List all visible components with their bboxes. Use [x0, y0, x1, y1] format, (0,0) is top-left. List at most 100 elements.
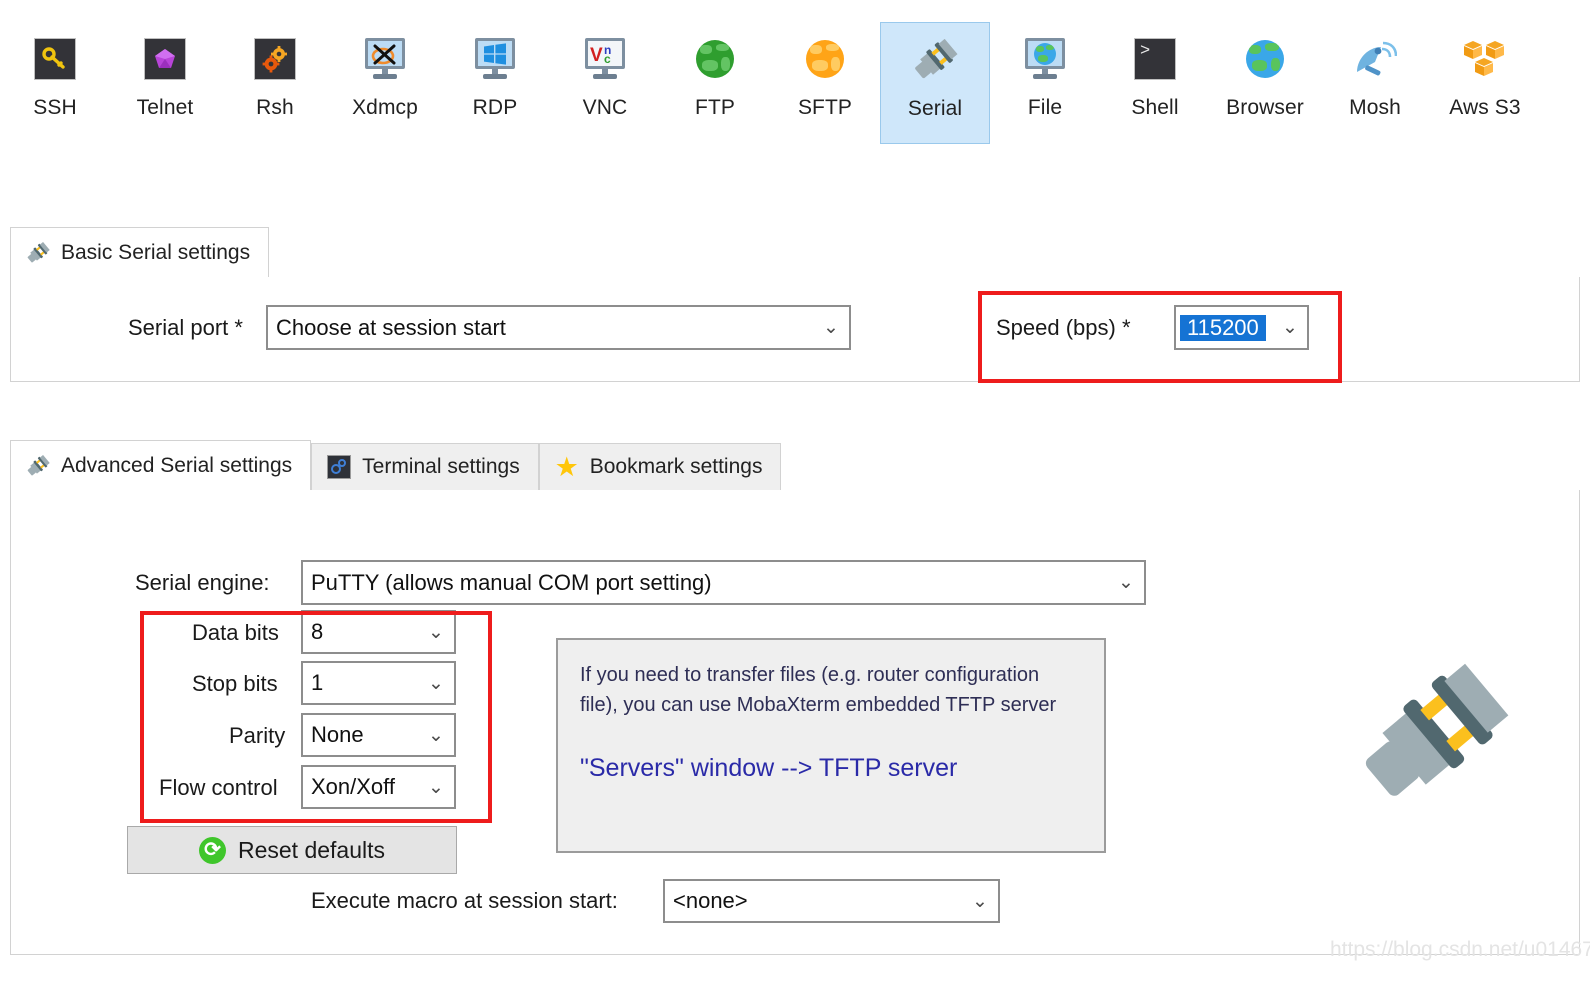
flow-control-select[interactable]: Xon/Xoff ⌄	[301, 765, 456, 809]
toolbar-label-serial: Serial	[907, 97, 963, 120]
chevron-down-icon: ⌄	[428, 621, 444, 643]
tftp-info-highlight: "Servers" window --> TFTP server	[580, 754, 958, 782]
mosh-satellite-icon	[1352, 36, 1398, 82]
parity-value: None	[311, 722, 364, 747]
tab-label-advanced-serial-settings: Advanced Serial settings	[61, 453, 293, 477]
stop-bits-value: 1	[311, 670, 324, 695]
toolbar-label-telnet: Telnet	[136, 96, 194, 119]
toolbar-item-telnet[interactable]: Telnet	[110, 22, 220, 144]
toolbar-item-mosh[interactable]: Mosh	[1320, 22, 1430, 144]
toolbar-label-aws-s3: Aws S3	[1449, 96, 1521, 119]
chevron-down-icon: ⌄	[1118, 572, 1134, 593]
data-bits-value: 8	[311, 619, 324, 644]
watermark-text: https://blog.csdn.net/u014679440	[1330, 938, 1590, 961]
toolbar-item-rsh[interactable]: Rsh	[220, 22, 330, 144]
tftp-info-box: If you need to transfer files (e.g. rout…	[556, 638, 1106, 853]
toolbar-label-file: File	[1027, 96, 1063, 119]
big-plug-decoration-icon	[1365, 663, 1509, 796]
serial-engine-value: PuTTY (allows manual COM port setting)	[311, 569, 712, 595]
toolbar-item-serial[interactable]: Serial	[880, 22, 990, 144]
tab-label-terminal-settings: Terminal settings	[362, 455, 520, 478]
toolbar-label-sftp: SFTP	[797, 96, 853, 119]
execute-macro-select[interactable]: <none> ⌄	[663, 879, 1000, 923]
toolbar-item-shell[interactable]: > Shell	[1100, 22, 1210, 144]
chevron-down-icon: ⌄	[428, 724, 444, 746]
rdp-windows-icon	[472, 36, 518, 82]
serial-plug-icon	[912, 37, 958, 83]
toolbar-item-vnc[interactable]: V n c VNC	[550, 22, 660, 144]
toolbar-label-rsh: Rsh	[256, 96, 294, 119]
serial-port-select[interactable]: Choose at session start ⌄	[266, 305, 851, 350]
tab-bookmark-settings[interactable]: ★ Bookmark settings	[538, 443, 782, 490]
tab-advanced-serial-settings[interactable]: Advanced Serial settings	[10, 440, 312, 490]
toolbar-label-shell: Shell	[1131, 96, 1179, 119]
advanced-tabstrip: Advanced Serial settings Terminal settin…	[10, 440, 782, 490]
toolbar-item-ssh[interactable]: SSH	[0, 22, 110, 144]
rsh-gears-icon	[252, 36, 298, 82]
plug-icon	[25, 240, 51, 266]
execute-macro-value: <none>	[673, 888, 748, 913]
tab-basic-serial-settings[interactable]: Basic Serial settings	[10, 227, 270, 277]
reset-defaults-button[interactable]: ⟳ Reset defaults	[127, 826, 457, 874]
toolbar-item-ftp[interactable]: FTP	[660, 22, 770, 144]
telnet-gem-icon	[142, 36, 188, 82]
tab-terminal-settings[interactable]: Terminal settings	[311, 443, 539, 490]
terminal-settings-icon	[326, 454, 352, 480]
speed-value: 115200	[1180, 314, 1266, 341]
execute-macro-label: Execute macro at session start:	[311, 888, 618, 913]
toolbar-item-xdmcp[interactable]: Xdmcp	[330, 22, 440, 144]
basic-serial-settings-panel: Serial port * Choose at session start ⌄ …	[10, 277, 1580, 382]
tab-label-bookmark-settings: Bookmark settings	[589, 455, 763, 478]
toolbar-label-rdp: RDP	[472, 96, 518, 119]
sftp-globe-icon	[802, 36, 848, 82]
data-bits-select[interactable]: 8 ⌄	[301, 610, 456, 654]
chevron-down-icon: ⌄	[428, 776, 444, 798]
tftp-info-text: If you need to transfer files (e.g. rout…	[580, 664, 1057, 716]
ssh-key-icon	[32, 36, 78, 82]
plug-icon	[25, 453, 51, 479]
toolbar-label-mosh: Mosh	[1349, 96, 1401, 119]
svg-text:c: c	[604, 52, 611, 66]
chevron-down-icon: ⌄	[428, 672, 444, 694]
reset-defaults-label: Reset defaults	[237, 836, 386, 863]
flow-control-label: Flow control	[159, 775, 278, 800]
browser-globe-icon	[1242, 36, 1288, 82]
star-icon: ★	[554, 451, 579, 482]
advanced-serial-settings-panel: Serial engine: PuTTY (allows manual COM …	[10, 490, 1580, 955]
xdmcp-monitor-icon	[362, 36, 408, 82]
parity-select[interactable]: None ⌄	[301, 713, 456, 757]
toolbar-label-vnc: VNC	[582, 96, 628, 119]
data-bits-label: Data bits	[192, 620, 279, 645]
chevron-down-icon: ⌄	[1282, 317, 1298, 338]
toolbar-item-sftp[interactable]: SFTP	[770, 22, 880, 144]
basic-serial-tabstrip: Basic Serial settings	[10, 227, 1580, 277]
speed-label: Speed (bps) *	[996, 315, 1131, 340]
chevron-down-icon: ⌄	[972, 890, 988, 912]
toolbar-label-xdmcp: Xdmcp	[352, 96, 418, 119]
toolbar-label-browser: Browser	[1226, 96, 1304, 119]
toolbar-label-ftp: FTP	[695, 96, 735, 119]
shell-console-icon: >	[1132, 36, 1178, 82]
speed-select[interactable]: 115200 ⌄	[1174, 305, 1309, 350]
chevron-down-icon: ⌄	[823, 317, 839, 338]
toolbar-item-file[interactable]: File	[990, 22, 1100, 144]
aws-s3-cubes-icon	[1462, 36, 1508, 82]
mobaxterm-session-settings: SSH Telnet Rsh Xdmcp RDP V n c VNC FTP S…	[0, 0, 1590, 988]
serial-engine-label: Serial engine:	[135, 570, 270, 595]
reset-circle-icon: ⟳	[198, 836, 226, 864]
tab-label-basic-serial-settings: Basic Serial settings	[61, 240, 251, 264]
serial-port-value: Choose at session start	[276, 314, 506, 340]
serial-port-label: Serial port *	[128, 315, 243, 340]
file-monitor-icon	[1022, 36, 1068, 82]
serial-engine-select[interactable]: PuTTY (allows manual COM port setting) ⌄	[301, 560, 1146, 605]
toolbar-item-rdp[interactable]: RDP	[440, 22, 550, 144]
stop-bits-label: Stop bits	[192, 671, 278, 696]
ftp-globe-icon	[692, 36, 738, 82]
flow-control-value: Xon/Xoff	[311, 774, 395, 799]
toolbar-item-browser[interactable]: Browser	[1210, 22, 1320, 144]
parity-label: Parity	[229, 723, 286, 748]
session-type-toolbar: SSH Telnet Rsh Xdmcp RDP V n c VNC FTP S…	[0, 0, 1590, 172]
vnc-monitor-icon: V n c	[582, 36, 628, 82]
stop-bits-select[interactable]: 1 ⌄	[301, 661, 456, 705]
toolbar-item-aws-s3[interactable]: Aws S3	[1430, 22, 1540, 144]
